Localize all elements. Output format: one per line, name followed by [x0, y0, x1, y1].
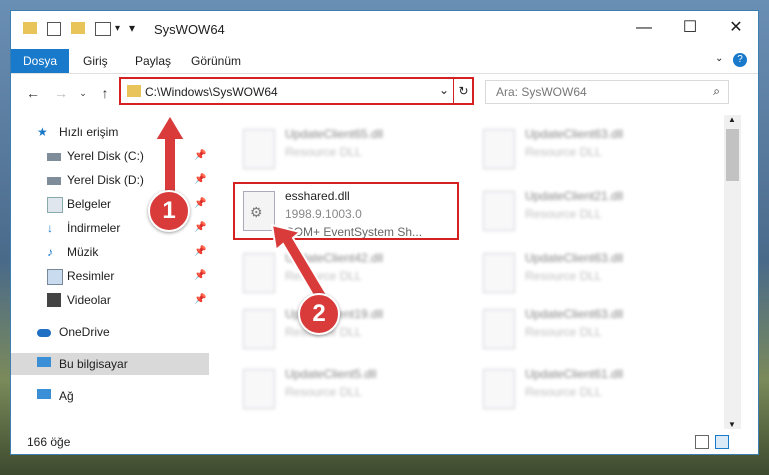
- arrow-1: [153, 113, 187, 196]
- callout-2: 2: [298, 293, 340, 335]
- annotation-arrows: [153, 113, 332, 309]
- callout-1: 1: [148, 190, 190, 232]
